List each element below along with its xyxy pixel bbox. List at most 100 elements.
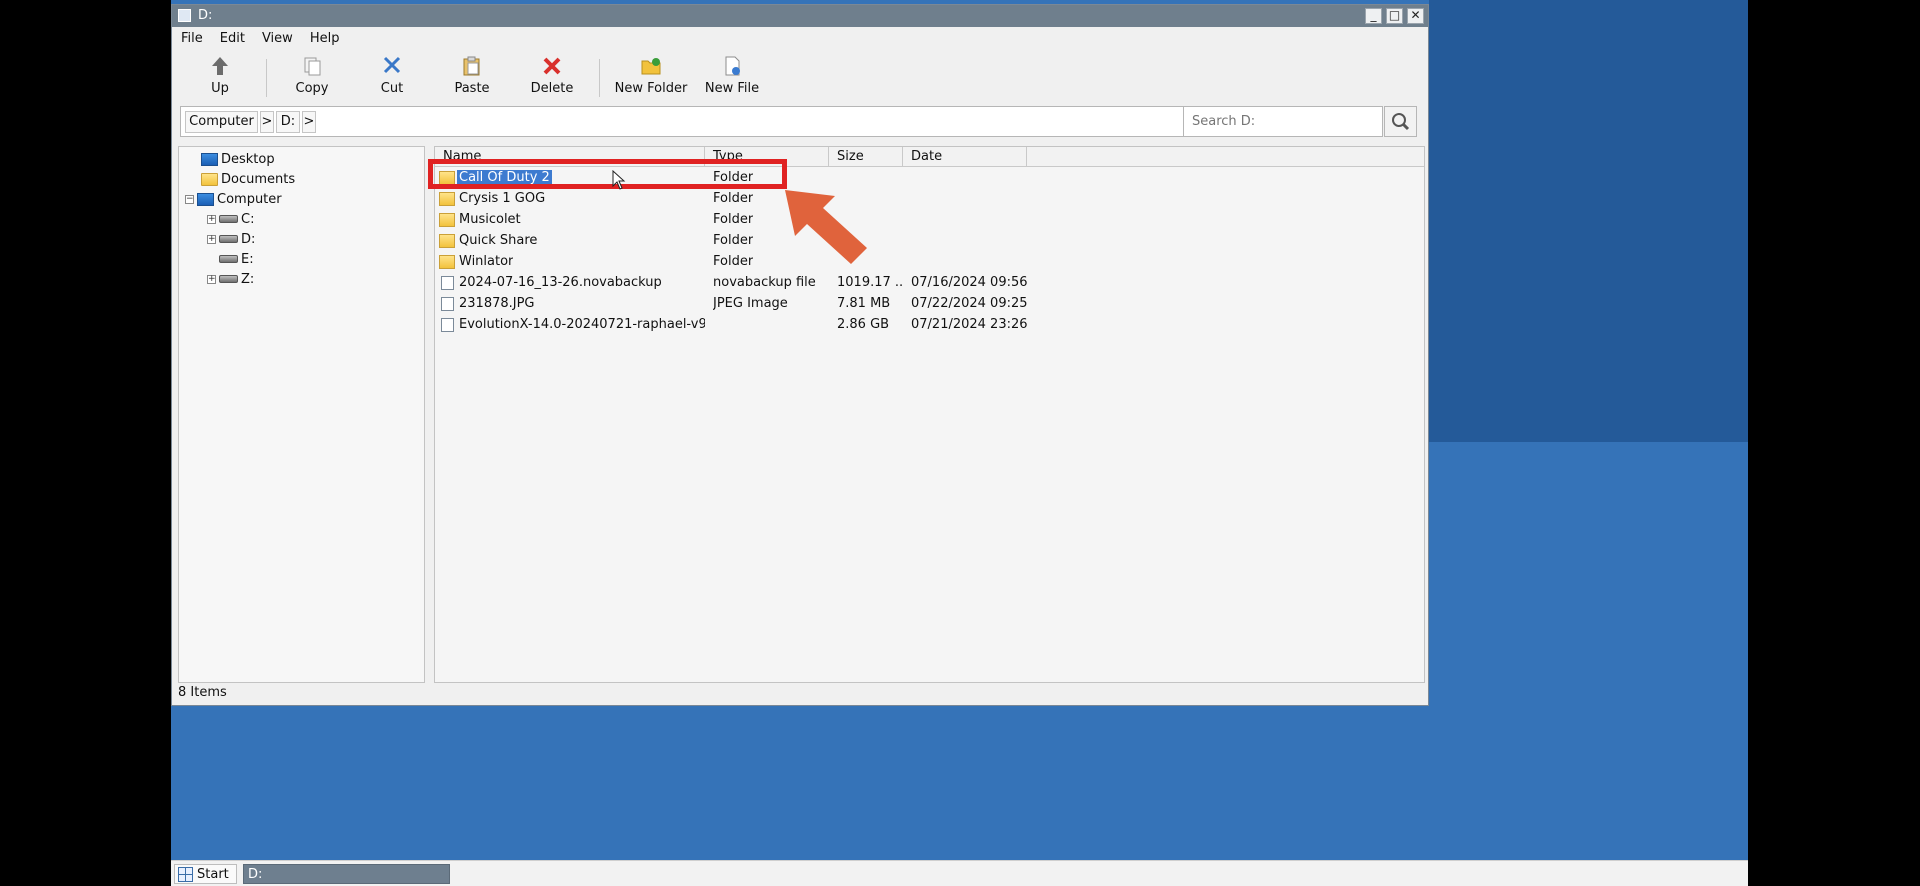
- windows-logo-icon: [178, 866, 193, 882]
- menu-file[interactable]: File: [172, 29, 211, 49]
- tree-item-label: Desktop: [221, 151, 275, 167]
- menu-help[interactable]: Help: [301, 29, 348, 49]
- desktop: D: _ □ ✕ File Edit View Help Up Copy Cut…: [171, 0, 1748, 886]
- list-item[interactable]: Winlator Folder: [435, 252, 1424, 273]
- new-folder-button[interactable]: New Folder: [607, 55, 695, 96]
- toolbar-separator: [266, 59, 267, 97]
- delete-button[interactable]: Delete: [515, 55, 589, 96]
- tree-item-computer[interactable]: − Computer: [185, 190, 282, 208]
- drive-icon: [219, 255, 238, 263]
- folder-icon: [439, 255, 455, 269]
- desktop-background-panel: [1429, 0, 1748, 442]
- file-manager-window: D: _ □ ✕ File Edit View Help Up Copy Cut…: [171, 4, 1429, 706]
- file-list: Name Type Size Date Call Of Duty 2 Folde…: [434, 146, 1425, 683]
- menu-edit[interactable]: Edit: [211, 29, 253, 49]
- list-item[interactable]: 231878.JPG JPEG Image 7.81 MB 07/22/2024…: [435, 294, 1424, 315]
- file-icon: [441, 276, 454, 290]
- copy-icon: [300, 55, 324, 79]
- address-bar[interactable]: Computer > D: >: [180, 106, 1264, 137]
- annotation-arrow-icon: [785, 190, 867, 264]
- breadcrumb-separator[interactable]: >: [302, 111, 316, 133]
- minimize-button[interactable]: _: [1365, 8, 1382, 24]
- tree-item-label: Z:: [241, 271, 255, 287]
- file-name: Musicolet: [459, 212, 521, 227]
- new-file-label: New File: [704, 81, 760, 96]
- tree-item-d-drive[interactable]: + D:: [207, 230, 255, 248]
- search-input[interactable]: [1183, 106, 1383, 137]
- menu-bar: File Edit View Help: [172, 29, 347, 49]
- up-arrow-icon: [208, 55, 232, 79]
- file-type: JPEG Image: [713, 296, 788, 311]
- tree-item-label: Computer: [217, 191, 282, 207]
- file-type: Folder: [713, 212, 754, 227]
- window-app-icon: [178, 9, 191, 22]
- start-button[interactable]: Start: [174, 864, 237, 884]
- copy-label: Copy: [295, 81, 329, 96]
- file-name: 2024-07-16_13-26.novabackup: [459, 275, 662, 290]
- column-header-date[interactable]: Date: [903, 147, 1027, 166]
- file-name: Winlator: [459, 254, 514, 269]
- file-date: 07/16/2024 09:56: [911, 275, 1028, 290]
- list-item[interactable]: Quick Share Folder: [435, 231, 1424, 252]
- delete-x-icon: [540, 55, 564, 79]
- expand-icon[interactable]: +: [207, 274, 216, 284]
- file-type: Folder: [713, 254, 754, 269]
- list-item[interactable]: Crysis 1 GOG Folder: [435, 189, 1424, 210]
- up-label: Up: [211, 81, 229, 96]
- folder-icon: [201, 172, 218, 186]
- menu-view[interactable]: View: [253, 29, 301, 49]
- expand-icon[interactable]: +: [207, 234, 216, 244]
- close-button[interactable]: ✕: [1407, 8, 1424, 24]
- list-item[interactable]: 2024-07-16_13-26.novabackup novabackup f…: [435, 273, 1424, 294]
- tree-item-label: Documents: [221, 171, 296, 187]
- mouse-cursor-icon: [612, 170, 626, 190]
- drive-icon: [219, 235, 238, 243]
- folder-icon: [439, 213, 455, 227]
- maximize-button[interactable]: □: [1386, 8, 1403, 24]
- up-button[interactable]: Up: [183, 55, 257, 96]
- breadcrumb-d-drive[interactable]: D:: [276, 111, 300, 133]
- file-size: 1019.17 ...: [837, 275, 903, 290]
- column-header-size[interactable]: Size: [829, 147, 903, 166]
- breadcrumb-computer[interactable]: Computer: [185, 111, 258, 133]
- new-file-button[interactable]: New File: [695, 55, 769, 96]
- title-bar[interactable]: D: _ □ ✕: [172, 5, 1428, 27]
- annotation-highlight-box: [428, 159, 787, 189]
- file-type: novabackup file: [713, 275, 816, 290]
- file-icon: [441, 318, 454, 332]
- file-name: Crysis 1 GOG: [459, 191, 546, 206]
- tree-item-c-drive[interactable]: + C:: [207, 210, 254, 228]
- tree-item-desktop[interactable]: Desktop: [201, 150, 275, 168]
- file-size: 2.86 GB: [837, 317, 890, 332]
- file-size: 7.81 MB: [837, 296, 891, 311]
- clipboard-icon: [460, 55, 484, 79]
- paste-label: Paste: [454, 81, 490, 96]
- collapse-icon[interactable]: −: [185, 194, 194, 204]
- toolbar-separator: [599, 59, 600, 97]
- breadcrumb-separator[interactable]: >: [260, 111, 274, 133]
- paste-button[interactable]: Paste: [435, 55, 509, 96]
- list-item[interactable]: EvolutionX-14.0-20240721-raphael-v9... 2…: [435, 315, 1424, 336]
- file-icon: [441, 297, 454, 311]
- delete-label: Delete: [530, 81, 574, 96]
- window-title: D:: [198, 8, 213, 23]
- file-type: Folder: [713, 233, 754, 248]
- start-label: Start: [197, 866, 229, 882]
- tree-item-z-drive[interactable]: + Z:: [207, 270, 254, 288]
- tree-item-label: D:: [241, 231, 256, 247]
- list-item[interactable]: Musicolet Folder: [435, 210, 1424, 231]
- folder-icon: [439, 234, 455, 248]
- tree-item-e-drive[interactable]: E:: [219, 250, 254, 268]
- new-file-icon: [720, 55, 744, 79]
- toolbar: Up Copy Cut Paste Delete New Folder New …: [172, 55, 1428, 103]
- desktop-icon: [201, 152, 218, 166]
- search-button[interactable]: [1384, 106, 1417, 137]
- computer-icon: [197, 192, 214, 206]
- taskbar-item-d-drive[interactable]: D:: [243, 864, 450, 884]
- file-date: 07/22/2024 09:25: [911, 296, 1028, 311]
- drive-icon: [219, 275, 238, 283]
- tree-item-documents[interactable]: Documents: [201, 170, 295, 188]
- cut-button[interactable]: Cut: [355, 55, 429, 96]
- expand-icon[interactable]: +: [207, 214, 216, 224]
- copy-button[interactable]: Copy: [275, 55, 349, 96]
